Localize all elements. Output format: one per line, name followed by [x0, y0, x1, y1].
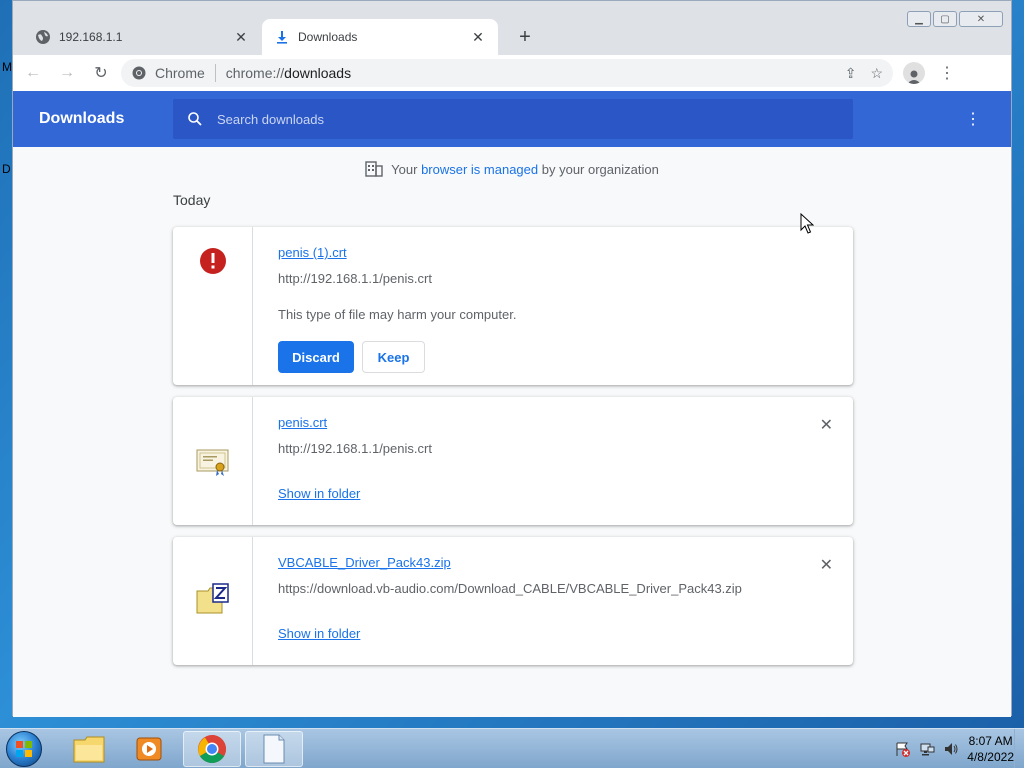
toolbar: ← → ↻ Chrome chrome://downloads ⇪ ☆ ⋮	[13, 55, 1011, 91]
show-in-folder-link[interactable]: Show in folder	[278, 626, 360, 641]
tab-title: Downloads	[298, 30, 358, 44]
start-button[interactable]	[6, 731, 42, 767]
danger-icon	[199, 248, 226, 274]
media-player-icon	[136, 737, 162, 761]
managed-text: Your	[391, 161, 418, 177]
divider	[214, 64, 216, 82]
search-icon	[188, 112, 202, 126]
file-url: http://192.168.1.1/penis.crt	[278, 271, 432, 286]
file-name-link[interactable]: VBCABLE_Driver_Pack43.zip	[278, 555, 451, 570]
clock-time: 8:07 AM	[968, 734, 1013, 748]
certificate-icon	[196, 449, 228, 476]
download-item: VBCABLE_Driver_Pack43.zip https://downlo…	[173, 537, 853, 665]
show-desktop-button[interactable]	[1014, 729, 1024, 768]
managed-link[interactable]: browser is managed	[421, 162, 538, 177]
downloads-page: Downloads ⋮ Your browser is managed by y…	[13, 91, 1011, 717]
action-center-flag-icon[interactable]	[895, 741, 911, 757]
discard-button[interactable]: Discard	[278, 341, 354, 373]
document-icon	[263, 734, 285, 764]
forward-button[interactable]: →	[53, 59, 81, 87]
taskbar-notepad[interactable]	[245, 731, 303, 767]
file-name-link[interactable]: penis (1).crt	[278, 245, 347, 260]
building-icon	[365, 161, 383, 177]
chrome-icon	[131, 65, 147, 81]
tab-title: 192.168.1.1	[59, 30, 123, 44]
close-icon[interactable]: ✕	[233, 29, 249, 45]
share-icon[interactable]: ⇪	[845, 65, 857, 82]
remove-from-list-icon[interactable]: ✕	[820, 555, 833, 575]
back-button[interactable]: ←	[19, 59, 47, 87]
volume-icon[interactable]	[943, 741, 959, 757]
close-icon[interactable]: ✕	[470, 29, 486, 45]
tab-router[interactable]: 192.168.1.1 ✕	[23, 19, 261, 55]
date-group-label: Today	[173, 192, 211, 208]
page-title: Downloads	[39, 110, 125, 127]
window-controls: ▁ ▢ ✕	[907, 11, 1003, 27]
download-item: penis (1).crt http://192.168.1.1/penis.c…	[173, 227, 853, 385]
desktop-icon-label: D	[2, 162, 11, 176]
clock-date: 4/8/2022	[967, 750, 1014, 764]
tab-downloads[interactable]: Downloads ✕	[262, 19, 498, 55]
download-item: penis.crt http://192.168.1.1/penis.crt S…	[173, 397, 853, 525]
taskbar: 8:07 AM 4/8/2022	[0, 728, 1024, 768]
more-actions-icon[interactable]: ⋮	[965, 109, 981, 129]
clock[interactable]: 8:07 AM 4/8/2022	[967, 733, 1014, 765]
keep-button[interactable]: Keep	[362, 341, 425, 373]
chrome-window: 192.168.1.1 ✕ Downloads ✕ + ▁ ▢ ✕ ← → ↻ …	[12, 0, 1012, 717]
site-label: Chrome	[155, 65, 205, 81]
system-tray: 8:07 AM 4/8/2022	[895, 733, 1014, 765]
maximize-button[interactable]: ▢	[933, 11, 957, 27]
profile-avatar[interactable]	[903, 62, 925, 84]
search-box[interactable]	[173, 99, 853, 139]
download-icon	[274, 29, 290, 45]
reload-button[interactable]: ↻	[87, 59, 115, 87]
file-url: https://download.vb-audio.com/Download_C…	[278, 581, 742, 596]
minimize-button[interactable]: ▁	[907, 11, 931, 27]
browser-menu-icon[interactable]: ⋮	[939, 63, 955, 83]
chrome-logo-icon	[198, 735, 226, 763]
search-input[interactable]	[217, 111, 817, 127]
show-in-folder-link[interactable]: Show in folder	[278, 486, 360, 501]
managed-text: by your organization	[541, 161, 659, 177]
bookmark-star-icon[interactable]: ☆	[870, 65, 883, 82]
new-tab-button[interactable]: +	[513, 25, 537, 49]
zip-icon	[196, 583, 229, 614]
taskbar-explorer[interactable]	[60, 731, 118, 767]
danger-warning: This type of file may harm your computer…	[278, 307, 517, 322]
file-name-link[interactable]: penis.crt	[278, 415, 327, 430]
windows-logo-icon	[16, 741, 32, 757]
globe-icon	[35, 29, 51, 45]
window-close-button[interactable]: ✕	[959, 11, 1003, 27]
downloads-header: Downloads ⋮	[13, 91, 1011, 147]
file-url: http://192.168.1.1/penis.crt	[278, 441, 432, 456]
remove-from-list-icon[interactable]: ✕	[820, 415, 833, 435]
desktop-icon-label: M	[2, 60, 12, 74]
taskbar-chrome[interactable]	[183, 731, 241, 767]
url-text: chrome://downloads	[225, 65, 352, 81]
mouse-cursor-icon	[800, 213, 814, 234]
tab-strip: 192.168.1.1 ✕ Downloads ✕ + ▁ ▢ ✕	[13, 1, 1011, 55]
network-icon[interactable]	[919, 741, 935, 757]
address-bar[interactable]: Chrome chrome://downloads ⇪ ☆	[121, 59, 893, 87]
taskbar-media-player[interactable]	[120, 731, 178, 767]
managed-notice: Your browser is managed by your organiza…	[13, 161, 1011, 177]
folder-icon	[73, 736, 105, 763]
